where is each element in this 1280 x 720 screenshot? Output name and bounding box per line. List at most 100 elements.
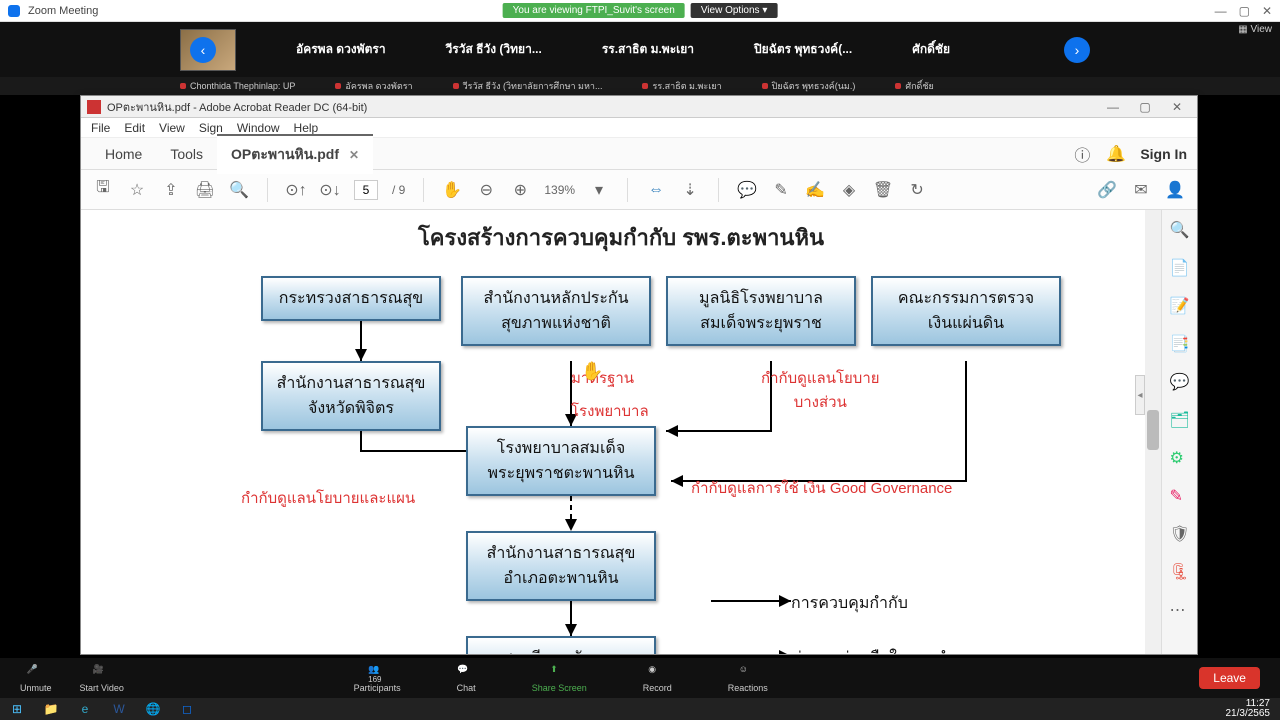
highlight-icon[interactable]: ✎ [771, 180, 791, 200]
organize-pages-icon[interactable]: ⚙ [1170, 448, 1190, 468]
start-button[interactable]: ⊞ [4, 700, 30, 718]
flow-box: สำนักงานหลักประกัน สุขภาพแห่งชาติ [461, 276, 651, 346]
comment-panel-icon[interactable]: 💬 [1170, 372, 1190, 392]
participant-name[interactable]: ศักดิ์ชัย [912, 40, 950, 59]
start-video-button[interactable]: 🎥Start Video [80, 664, 124, 693]
tab-document[interactable]: OPตะพานหิน.pdf✕ [217, 134, 373, 174]
menu-file[interactable]: File [91, 121, 110, 135]
more-tools-icon[interactable]: ⋯ [1170, 600, 1190, 620]
menu-edit[interactable]: Edit [124, 121, 145, 135]
fill-sign-icon[interactable]: ✎ [1170, 486, 1190, 506]
file-explorer-icon[interactable]: 📁 [38, 700, 64, 718]
fit-width-icon[interactable]: ⇔ [646, 180, 666, 200]
unmute-button[interactable]: 🎤Unmute [20, 664, 52, 693]
signin-link[interactable]: Sign In [1140, 146, 1187, 162]
page-up-icon[interactable]: ⊙↑ [286, 180, 306, 200]
legend-coop: คู่ความร่วมมือในการทำงาน [791, 646, 982, 654]
right-panel-toggle[interactable]: ◂ [1135, 375, 1145, 415]
delete-icon[interactable]: 🗑 [873, 180, 893, 200]
reactions-button[interactable]: ☺Reactions [728, 664, 768, 693]
pdf-icon [87, 100, 101, 114]
close-tab-icon[interactable]: ✕ [349, 148, 359, 162]
zoom-tab[interactable]: วีรวัส ธีวัง (วิทยาลัยการศึกษา มหา... [453, 77, 603, 95]
stamp-icon[interactable]: ◈ [839, 180, 859, 200]
leave-button[interactable]: Leave [1199, 667, 1260, 689]
create-pdf-icon[interactable]: 📑 [1170, 334, 1190, 354]
edit-pdf-icon[interactable]: 📝 [1170, 296, 1190, 316]
thumb-next-button[interactable]: › [1064, 37, 1090, 63]
minimize-button[interactable]: — [1215, 4, 1227, 18]
save-icon[interactable]: 🖫 [93, 180, 113, 200]
export-pdf-icon[interactable]: 📄 [1170, 258, 1190, 278]
account-icon[interactable]: 👤 [1165, 180, 1185, 200]
zoom-in-icon[interactable]: ⊕ [510, 180, 530, 200]
view-toggle[interactable]: ▦ View [1238, 24, 1272, 35]
hand-tool-icon[interactable]: ✋ [442, 180, 462, 200]
menu-window[interactable]: Window [237, 121, 280, 135]
rotate-icon[interactable]: ↻ [907, 180, 927, 200]
upload-icon[interactable]: ⇪ [161, 180, 181, 200]
legend-control: การควบคุมกำกับ [791, 591, 908, 616]
edge-icon[interactable]: e [72, 700, 98, 718]
word-icon[interactable]: W [106, 700, 132, 718]
chrome-icon[interactable]: 🌐 [140, 700, 166, 718]
zoom-taskbar-icon[interactable]: ◻ [174, 700, 200, 718]
compress-icon[interactable]: 🗜 [1170, 562, 1190, 582]
close-button[interactable]: ✕ [1262, 4, 1272, 18]
combine-files-icon[interactable]: 🗂 [1170, 410, 1190, 430]
zoom-tab[interactable]: ศักดิ์ชัย [895, 77, 933, 95]
search-icon[interactable]: 🔍 [229, 180, 249, 200]
attach-icon[interactable]: 🔗 [1097, 180, 1117, 200]
system-tray[interactable]: 11:27 21/3/2565 [1226, 699, 1277, 719]
acrobat-toolbar: 🖫 ☆ ⇪ 🖨 🔍 ⊙↑ ⊙↓ / 9 ✋ ⊖ ⊕ 139% ▾ ⇔ ⇣ 💬 ✎… [81, 170, 1197, 210]
acrobat-close-button[interactable]: ✕ [1163, 98, 1191, 116]
chevron-down-icon[interactable]: ▾ [589, 180, 609, 200]
scrollbar-vertical[interactable] [1145, 210, 1161, 654]
document-viewport[interactable]: ▸ โครงสร้างการควบคุมกำกับ รพร.ตะพานหิน [81, 210, 1161, 654]
thumb-prev-button[interactable]: ‹ [190, 37, 216, 63]
screen-share-banner[interactable]: You are viewing FTPI_Suvit's screen [503, 3, 685, 18]
acrobat-minimize-button[interactable]: — [1099, 98, 1127, 116]
participant-name[interactable]: ปิยฉัตร พุทธวงค์(... [754, 40, 852, 59]
zoom-level[interactable]: 139% [544, 183, 575, 197]
zoom-tab[interactable]: อัครพล ดวงพัตรา [335, 77, 412, 95]
bell-icon[interactable]: 🔔 [1106, 144, 1126, 164]
menu-view[interactable]: View [159, 121, 185, 135]
share-screen-button[interactable]: ⬆Share Screen [532, 664, 587, 693]
read-mode-icon[interactable]: ⇣ [680, 180, 700, 200]
view-options-button[interactable]: View Options ▾ [691, 3, 778, 18]
acrobat-window: OPตะพานหิน.pdf - Adobe Acrobat Reader DC… [80, 95, 1198, 655]
participant-name[interactable]: รร.สาธิต ม.พะเยา [602, 40, 694, 59]
participant-name[interactable]: วีรวัส ธีวัง (วิทยา... [446, 40, 542, 59]
menu-help[interactable]: Help [294, 121, 319, 135]
star-icon[interactable]: ☆ [127, 180, 147, 200]
chat-button[interactable]: 💬Chat [457, 664, 476, 693]
zoom-tab[interactable]: Chonthida Thephinlap: UP [180, 77, 295, 95]
tab-home[interactable]: Home [91, 138, 156, 170]
taskbar[interactable]: ⊞ 📁 e W 🌐 ◻ 11:27 21/3/2565 [0, 698, 1280, 720]
flow-box: มูลนิธิโรงพยาบาล สมเด็จพระยุพราช [666, 276, 856, 346]
flow-box: กระทรวงสาธารณสุข [261, 276, 441, 321]
menu-sign[interactable]: Sign [199, 121, 223, 135]
zoom-title: Zoom Meeting [28, 5, 98, 17]
tab-tools[interactable]: Tools [156, 138, 217, 170]
search-panel-icon[interactable]: 🔍 [1170, 220, 1190, 240]
zoom-tab[interactable]: ปิยฉัตร พุทธวงค์(นม.) [762, 77, 856, 95]
acrobat-maximize-button[interactable]: ▢ [1131, 98, 1159, 116]
flow-box: สำนักงานสาธารณสุข อำเภอตะพานหิน [466, 531, 656, 601]
zoom-icon [8, 5, 20, 17]
protect-icon[interactable]: 🛡 [1170, 524, 1190, 544]
zoom-tab[interactable]: รร.สาธิต ม.พะเยา [642, 77, 721, 95]
page-down-icon[interactable]: ⊙↓ [320, 180, 340, 200]
record-button[interactable]: ◉Record [643, 664, 672, 693]
participant-name[interactable]: อัครพล ดวงพัตรา [296, 40, 386, 59]
page-number-input[interactable] [354, 180, 378, 200]
email-icon[interactable]: ✉ [1131, 180, 1151, 200]
help-icon[interactable]: ⓘ [1072, 144, 1092, 164]
sign-icon[interactable]: ✍ [805, 180, 825, 200]
print-icon[interactable]: 🖨 [195, 180, 215, 200]
zoom-out-icon[interactable]: ⊖ [476, 180, 496, 200]
comment-icon[interactable]: 💬 [737, 180, 757, 200]
participants-button[interactable]: 👥169Participants [354, 664, 401, 693]
maximize-button[interactable]: ▢ [1239, 4, 1250, 18]
